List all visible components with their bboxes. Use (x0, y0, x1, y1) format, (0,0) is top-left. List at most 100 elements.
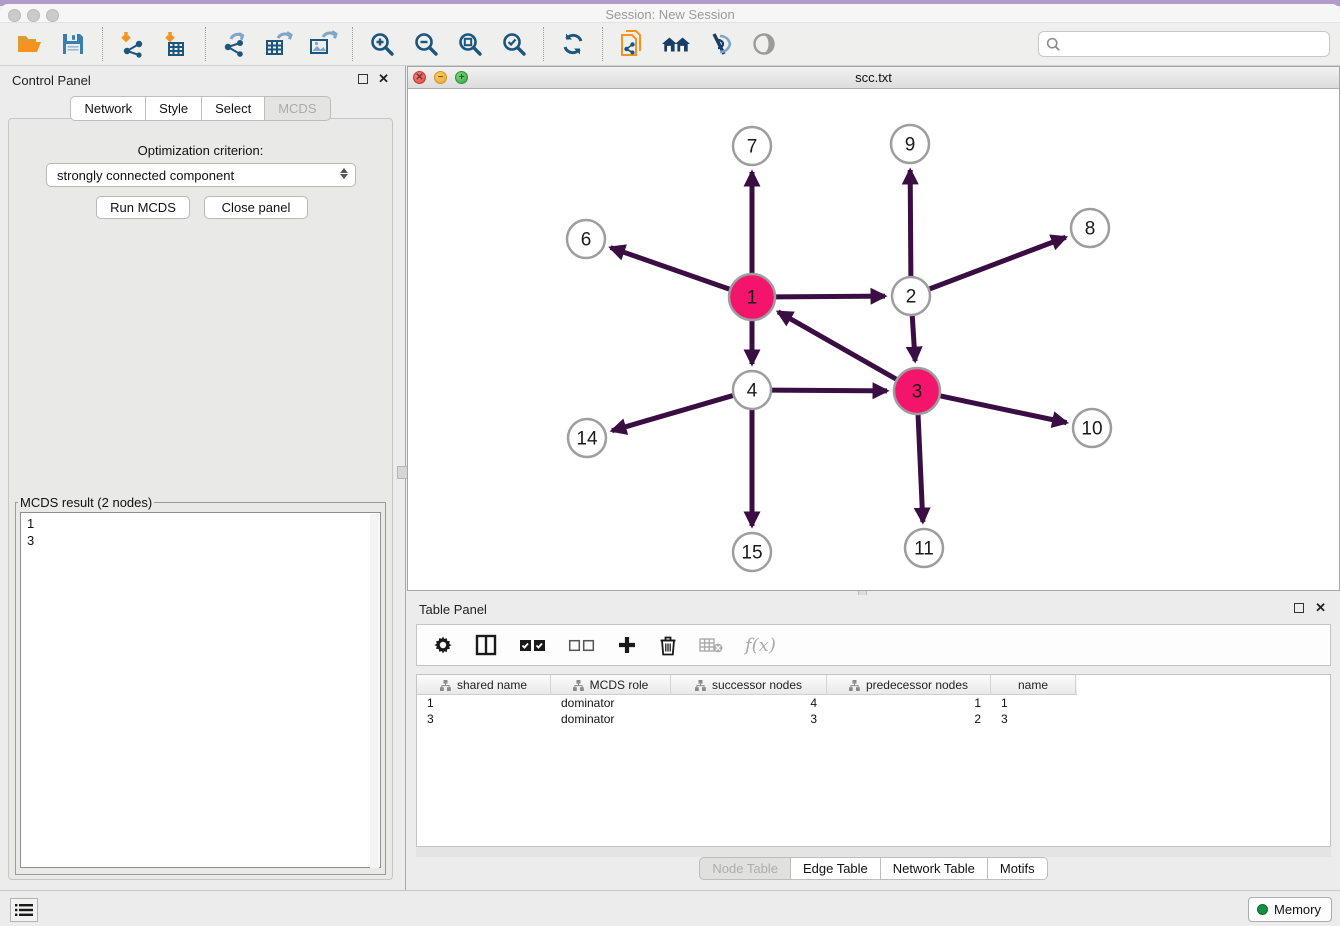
task-history-button[interactable] (10, 898, 38, 922)
mcds-result-textarea[interactable]: 13 (20, 512, 381, 868)
table-footer-strip (416, 847, 1331, 857)
table-cell[interactable]: dominator (551, 695, 671, 711)
mcds-result-fieldset: MCDS result (2 nodes) 13 (15, 495, 386, 875)
close-panel-icon[interactable]: ✕ (378, 71, 389, 87)
table-tab-node-table[interactable]: Node Table (699, 857, 790, 880)
vertical-splitter[interactable] (401, 66, 406, 890)
table-cell[interactable]: 4 (671, 695, 827, 711)
float-panel-icon[interactable] (1294, 603, 1304, 613)
delete-column-icon[interactable] (659, 635, 677, 656)
function-builder-icon[interactable]: f(x) (745, 635, 776, 656)
graph-node-label: 6 (581, 230, 592, 251)
optimization-criterion-value: strongly connected component (57, 168, 234, 183)
column-header-label: successor nodes (712, 678, 802, 692)
memory-button[interactable]: Memory (1248, 897, 1332, 922)
column-header-label: MCDS role (590, 678, 649, 692)
table-cell[interactable]: dominator (551, 711, 671, 727)
save-icon[interactable] (58, 29, 88, 59)
graph-node-label: 3 (912, 382, 923, 403)
network-window-titlebar[interactable]: ✕ − + scc.txt (408, 67, 1339, 89)
zoom-in-icon[interactable] (367, 29, 397, 59)
zoom-out-icon[interactable] (411, 29, 441, 59)
zoom-selected-icon[interactable] (499, 29, 529, 59)
table-tab-network-table[interactable]: Network Table (880, 857, 987, 880)
graph-edge-4-14[interactable] (612, 396, 733, 431)
import-table-icon[interactable] (161, 29, 191, 59)
column-header-MCDS-role[interactable]: MCDS role (551, 675, 671, 695)
main-toolbar (0, 23, 1340, 66)
control-tab-style[interactable]: Style (145, 96, 201, 121)
mcds-panel-body: Optimization criterion: strongly connect… (8, 118, 393, 880)
column-header-name[interactable]: name (991, 675, 1076, 695)
memory-status-icon (1257, 904, 1268, 915)
graph-edge-2-9[interactable] (910, 170, 911, 276)
close-panel-button[interactable]: Close panel (204, 196, 308, 219)
table-cell[interactable]: 3 (991, 711, 1076, 727)
column-header-successor-nodes[interactable]: successor nodes (671, 675, 827, 695)
control-tab-select[interactable]: Select (201, 96, 264, 121)
add-column-icon[interactable] (617, 635, 637, 655)
import-network-icon[interactable] (117, 29, 147, 59)
table-cell[interactable]: 1 (417, 695, 551, 711)
export-image-icon[interactable] (308, 29, 338, 59)
select-all-icon[interactable] (519, 639, 546, 652)
homes-icon[interactable] (661, 29, 691, 59)
column-header-predecessor-nodes[interactable]: predecessor nodes (827, 675, 991, 695)
table-cell[interactable]: 1 (827, 695, 991, 711)
column-header-label: name (1018, 678, 1048, 692)
graph-edge-3-10[interactable] (940, 396, 1066, 423)
hierarchy-icon (695, 680, 706, 691)
export-table-icon[interactable] (264, 29, 294, 59)
zoom-fit-icon[interactable] (455, 29, 485, 59)
delete-table-icon[interactable] (699, 637, 723, 653)
float-panel-icon[interactable] (358, 74, 368, 84)
deselect-all-icon[interactable] (568, 639, 595, 652)
run-mcds-button[interactable]: Run MCDS (96, 196, 190, 219)
graph-edge-1-2[interactable] (776, 296, 885, 297)
control-tab-network[interactable]: Network (70, 96, 145, 121)
search-box[interactable] (1038, 31, 1330, 57)
table-tab-motifs[interactable]: Motifs (987, 857, 1048, 880)
graph-node-label: 1 (747, 288, 758, 309)
graph-edge-2-8[interactable] (930, 237, 1066, 289)
graph-node-label: 9 (905, 135, 916, 156)
settings-gear-icon[interactable] (433, 635, 453, 655)
control-tab-mcds[interactable]: MCDS (264, 96, 330, 121)
split-panel-icon[interactable] (475, 634, 497, 656)
mcds-result-title: MCDS result (2 nodes) (18, 495, 154, 510)
folder-open-icon[interactable] (14, 29, 44, 59)
control-panel: Control Panel ✕ NetworkStyleSelectMCDS O… (0, 66, 401, 890)
table-row[interactable]: 1dominator411 (417, 695, 1330, 711)
graph-edge-3-11[interactable] (918, 415, 923, 522)
app-title: Session: New Session (0, 7, 1340, 22)
table-cell[interactable]: 1 (991, 695, 1076, 711)
eye-icon[interactable] (749, 29, 779, 59)
hide-graphics-icon[interactable] (705, 29, 735, 59)
network-view-window: ✕ − + scc.txt 7968124314101511 (407, 66, 1340, 591)
close-panel-icon[interactable]: ✕ (1315, 600, 1326, 616)
network-canvas[interactable]: 7968124314101511 (408, 89, 1339, 590)
table-row[interactable]: 3dominator323 (417, 711, 1330, 727)
graph-edge-4-3[interactable] (772, 390, 887, 391)
export-network-icon[interactable] (220, 29, 250, 59)
search-input[interactable] (1066, 37, 1322, 52)
graph-edge-3-1[interactable] (778, 312, 896, 379)
table-cell[interactable]: 3 (671, 711, 827, 727)
column-header-label: shared name (457, 678, 527, 692)
scrollbar-track[interactable] (370, 514, 379, 868)
graph-edge-2-3[interactable] (912, 316, 915, 361)
node-table: shared name MCDS role successor nodes prede… (416, 674, 1331, 847)
table-tab-edge-table[interactable]: Edge Table (790, 857, 880, 880)
column-header-shared-name[interactable]: shared name (417, 675, 551, 695)
table-cell[interactable]: 2 (827, 711, 991, 727)
control-panel-title: Control Panel (12, 73, 91, 88)
graph-edge-1-6[interactable] (611, 248, 730, 290)
select-stepper-icon (340, 168, 348, 179)
mcds-result-line: 3 (27, 532, 380, 549)
graph-node-label: 4 (747, 381, 758, 402)
refresh-icon[interactable] (558, 29, 588, 59)
table-cell[interactable]: 3 (417, 711, 551, 727)
optimization-criterion-select[interactable]: strongly connected component (46, 163, 356, 187)
graph-node-label: 11 (914, 539, 934, 560)
clone-network-icon[interactable] (617, 29, 647, 59)
